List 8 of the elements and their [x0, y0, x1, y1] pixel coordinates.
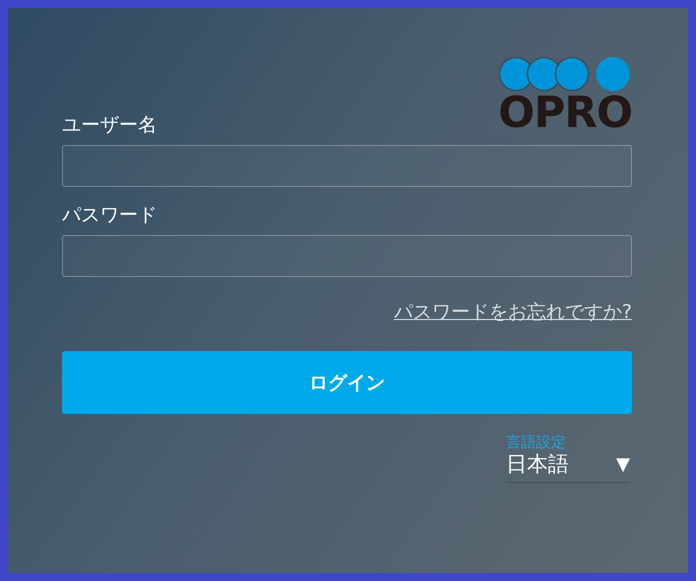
login-button[interactable]: ログイン — [62, 351, 632, 414]
logo-text: OPRO — [498, 93, 632, 133]
forgot-password-link[interactable]: パスワードをお忘れですか? — [394, 299, 632, 325]
field-label: パスワード — [62, 203, 158, 227]
language-label: 言語設定 — [506, 434, 567, 451]
field-label: ユーザー名 — [62, 113, 158, 137]
language-select[interactable]: 日本語 ▼ — [506, 451, 630, 483]
logo-circles-icon — [499, 57, 632, 91]
